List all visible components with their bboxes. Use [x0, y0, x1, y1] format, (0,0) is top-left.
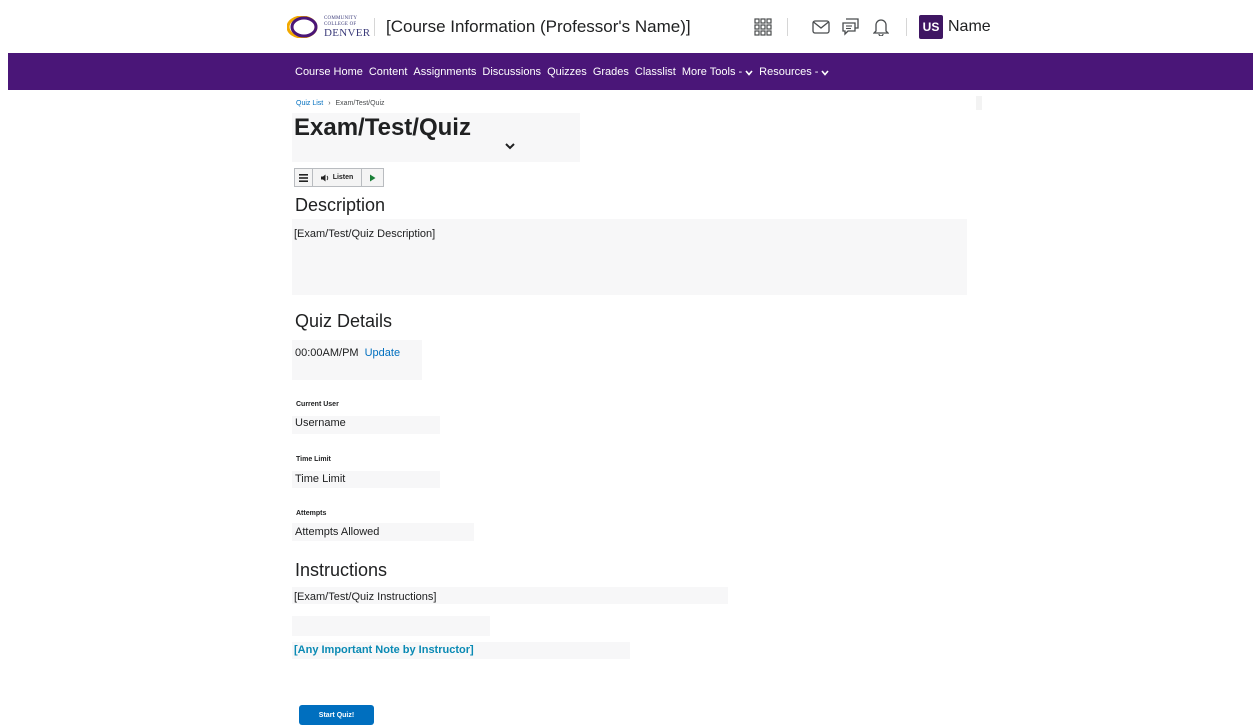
- instructions-heading: Instructions: [295, 560, 388, 580]
- read-aloud-toolbar: Listen: [294, 168, 384, 187]
- listen-button[interactable]: Listen: [313, 169, 362, 186]
- bell-icon[interactable]: [870, 16, 892, 38]
- chat-icon[interactable]: [840, 16, 862, 38]
- quiz-time: 00:00AM/PM: [295, 347, 359, 359]
- breadcrumb-quiz-list-link[interactable]: Quiz List: [296, 100, 323, 107]
- description-heading: Description: [295, 195, 386, 215]
- time-limit-label: Time Limit: [296, 456, 331, 463]
- listen-label: Listen: [332, 174, 354, 181]
- nav-item-label: Resources -: [759, 65, 819, 78]
- icon-divider: [787, 18, 788, 36]
- header-divider: [374, 18, 375, 36]
- logo-text: COMMUNITY COLLEGE OF DENVER: [324, 16, 370, 39]
- nav-item-label: Classlist: [634, 65, 676, 78]
- nav-item-label: Discussions: [482, 65, 542, 78]
- page-title: Exam/Test/Quiz: [294, 114, 471, 141]
- nav-item-discussions[interactable]: Discussions: [482, 66, 541, 78]
- breadcrumb-current: Exam/Test/Quiz: [335, 100, 385, 107]
- nav-item-label: Content: [368, 65, 408, 78]
- nav-item-assignments[interactable]: Assignments: [413, 66, 476, 78]
- quiz-time-row: 00:00AM/PM Update: [295, 347, 400, 359]
- nav-item-label: Quizzes: [547, 65, 587, 78]
- mail-icon[interactable]: [810, 16, 832, 38]
- instructions-spacer: [292, 616, 490, 636]
- time-limit-value: Time Limit: [295, 473, 346, 485]
- course-title[interactable]: [Course Information (Professor's Name)]: [386, 17, 691, 37]
- nav-item-resources[interactable]: Resources -: [759, 65, 830, 78]
- course-navbar: Course Home Content Assignments Discussi…: [8, 53, 1253, 90]
- nav-item-more-tools[interactable]: More Tools -: [682, 66, 753, 78]
- waffle-icon[interactable]: [752, 16, 774, 38]
- nav-item-label: More Tools -: [681, 65, 743, 78]
- user-divider: [906, 18, 907, 36]
- time-box: [292, 340, 422, 380]
- chevron-down-icon: [745, 69, 753, 76]
- nav-item-label: Assignments: [413, 65, 477, 78]
- current-user-value: Username: [295, 417, 346, 429]
- chevron-down-icon[interactable]: [503, 139, 517, 153]
- menu-icon[interactable]: [295, 169, 313, 186]
- current-user-label: Current User: [296, 401, 339, 408]
- breadcrumb-separator: ›: [328, 100, 331, 107]
- user-name[interactable]: Name: [948, 18, 991, 36]
- nav-item-label: Course Home: [295, 65, 363, 78]
- scroll-indicator: [976, 96, 982, 110]
- college-logo[interactable]: COMMUNITY COLLEGE OF DENVER: [287, 14, 370, 40]
- nav-item-content[interactable]: Content: [369, 66, 408, 78]
- nav-item-course-home[interactable]: Course Home: [295, 66, 363, 78]
- attempts-label: Attempts: [296, 510, 327, 517]
- avatar[interactable]: US: [919, 15, 943, 39]
- nav-item-grades[interactable]: Grades: [593, 66, 629, 78]
- nav-item-label: Grades: [592, 65, 629, 78]
- start-quiz-button[interactable]: Start Quiz!: [299, 705, 374, 725]
- speaker-icon: [320, 174, 328, 181]
- breadcrumb: Quiz List › Exam/Test/Quiz: [296, 100, 385, 107]
- quiz-details-heading: Quiz Details: [295, 311, 393, 331]
- instructor-note: [Any Important Note by Instructor]: [294, 644, 474, 656]
- logo-line3: DENVER: [324, 27, 371, 39]
- logo-ring-icon: [287, 16, 318, 38]
- update-link[interactable]: Update: [365, 347, 400, 359]
- top-header: COMMUNITY COLLEGE OF DENVER [Course Info…: [0, 0, 1253, 53]
- play-icon[interactable]: [362, 169, 383, 186]
- nav-item-classlist[interactable]: Classlist: [635, 66, 676, 78]
- chevron-down-icon: [821, 69, 830, 76]
- nav-item-quizzes[interactable]: Quizzes: [547, 66, 587, 78]
- description-text: [Exam/Test/Quiz Description]: [294, 228, 436, 240]
- instructions-text: [Exam/Test/Quiz Instructions]: [294, 591, 437, 603]
- attempts-value: Attempts Allowed: [295, 526, 380, 538]
- nav-list: Course Home Content Assignments Discussi…: [295, 53, 835, 90]
